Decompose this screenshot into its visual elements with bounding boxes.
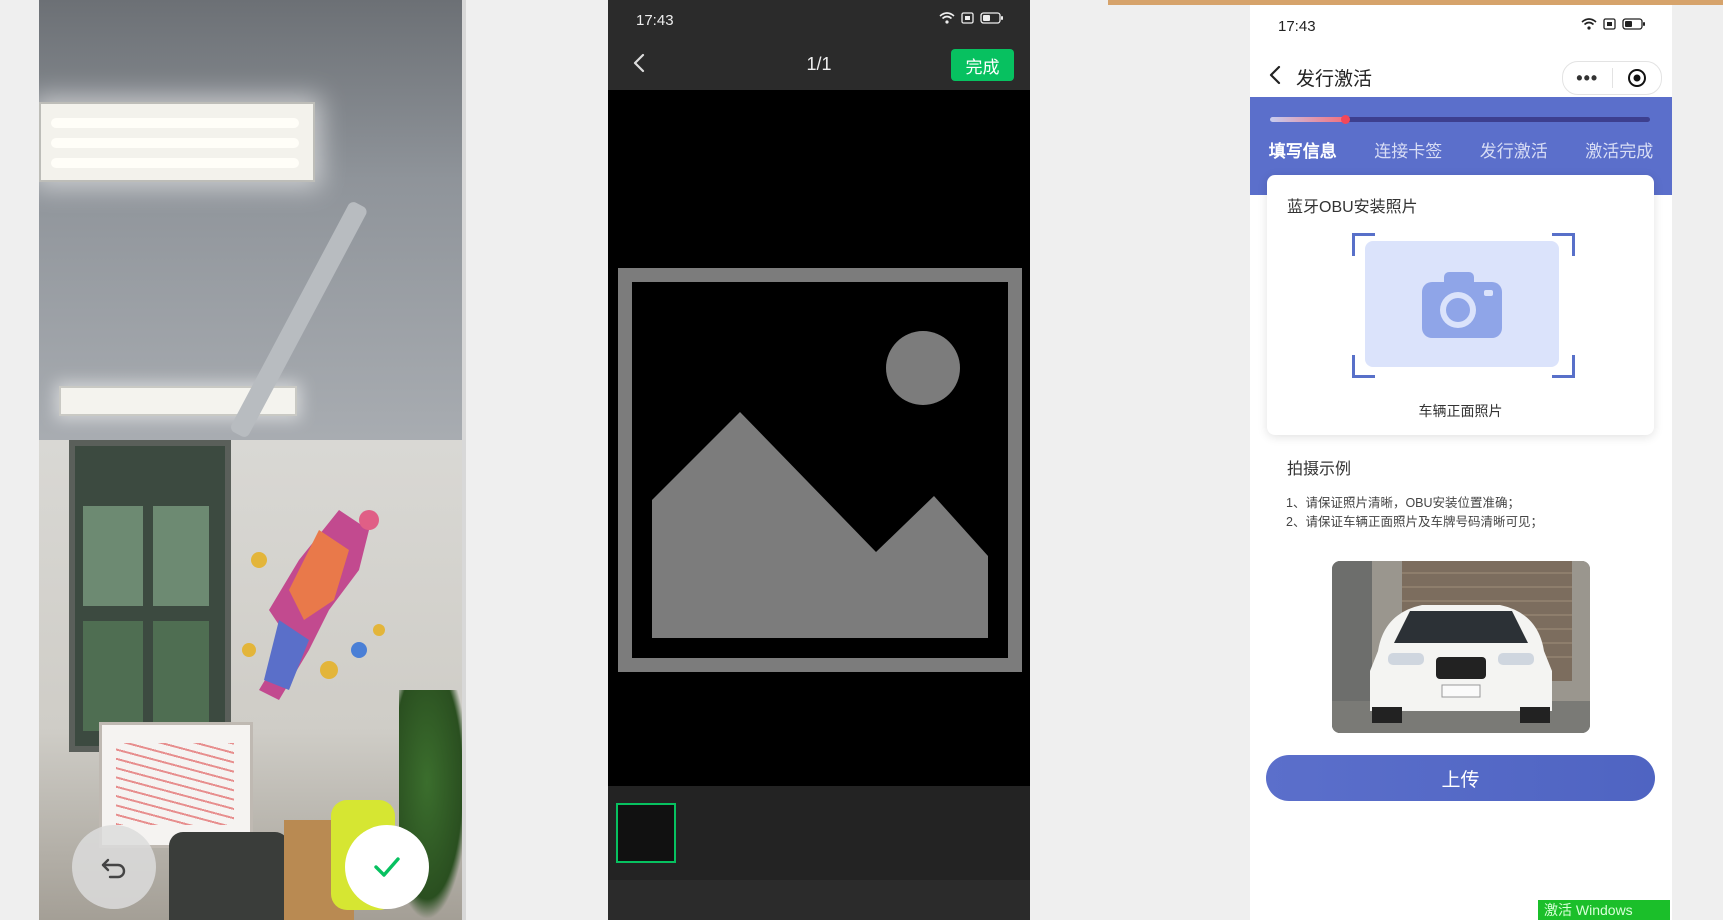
sim-icon [1603,18,1616,30]
progress-fill [1270,117,1346,122]
activation-panel: 17:43 发行激活 ••• 填写信息 连接卡签 发行激活 激活完成 蓝牙OBU… [1250,5,1672,920]
example-car-photo [1332,561,1590,733]
mp-navbar: 发行激活 ••• [1250,50,1672,102]
close-mp-button[interactable] [1613,68,1662,88]
more-menu-button[interactable]: ••• [1563,63,1612,93]
ceiling [39,0,462,450]
battery-icon [1622,18,1645,30]
chevron-left-icon [1269,65,1281,85]
status-time: 17:43 [636,12,674,29]
wifi-icon [939,12,955,24]
step-connect-tag: 连接卡签 [1374,142,1443,161]
status-bar: 17:43 [608,0,1030,40]
battery-icon [980,12,1003,24]
ceiling-lamp [39,102,315,182]
example-note: 2、请保证车辆正面照片及车牌号码清晰可见； [1286,515,1543,529]
done-button[interactable]: 完成 [951,49,1014,81]
preview-navbar: 1/1 完成 [608,40,1030,90]
step-fill-info: 填写信息 [1268,142,1337,161]
sim-icon [961,12,974,24]
card-title: 蓝牙OBU安装照片 [1287,199,1418,216]
example-note: 1、请保证照片清晰，OBU安装位置准确； [1286,496,1521,510]
confirm-button[interactable] [345,825,429,909]
undo-icon [101,858,126,879]
bottom-bar [608,880,1030,920]
wifi-icon [1581,18,1597,30]
camera-panel [39,0,462,920]
check-icon [374,857,400,877]
progress-dot [1341,115,1350,124]
image-placeholder-icon [618,268,1022,672]
progress-track [1270,115,1650,124]
mp-capsule: ••• [1562,61,1662,95]
step-issue-activate: 发行激活 [1479,142,1548,161]
thumbnail-strip [608,786,1030,880]
camera-caption: 车辆正面照片 [1418,403,1503,419]
wall-art [242,510,385,700]
image-preview-panel: 17:43 1/1 完成 [608,0,1030,920]
car-image [1332,561,1590,733]
status-icons [939,12,1004,24]
example-title: 拍摄示例 [1287,461,1352,478]
back-button[interactable] [1260,60,1290,90]
office-window [69,440,231,752]
chair [169,832,289,920]
step-complete: 激活完成 [1585,142,1654,161]
activate-windows-watermark: 激活 Windows [1538,900,1670,920]
retake-button[interactable] [72,825,156,909]
thumbnail-selected[interactable] [616,803,676,863]
page-title: 发行激活 [1296,69,1373,90]
status-icons [1581,18,1646,30]
target-close-icon [1627,69,1646,87]
step-labels: 填写信息 连接卡签 发行激活 激活完成 [1250,137,1672,162]
panel-divider [462,0,466,920]
photo-card: 蓝牙OBU安装照片 车辆正面照片 [1267,175,1654,435]
take-photo-button[interactable] [1365,241,1559,367]
upload-button[interactable]: 上传 [1266,755,1655,801]
status-time: 17:43 [1278,18,1316,35]
camera-icon [1422,272,1502,338]
